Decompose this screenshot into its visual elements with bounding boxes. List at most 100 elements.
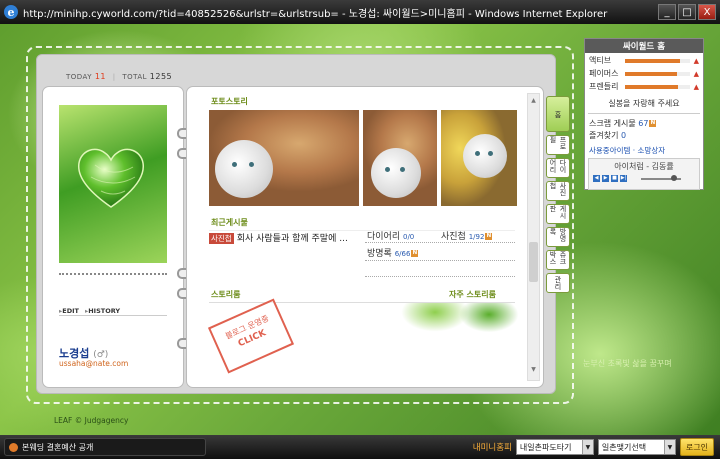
- photo-thumbnail-2[interactable]: [363, 110, 437, 206]
- surf-select[interactable]: 내일촌파도타기 ▼: [515, 439, 594, 455]
- edit-link[interactable]: ▸EDIT: [59, 307, 79, 315]
- famous-meter: 페이머스 ▲: [589, 68, 699, 79]
- cat-eye: [488, 151, 493, 156]
- white-cat-image: [371, 148, 421, 198]
- maximize-button[interactable]: □: [678, 4, 696, 20]
- meter-track: [625, 58, 690, 63]
- cat-eye: [232, 162, 237, 167]
- photo-thumbnail-3[interactable]: [441, 110, 517, 206]
- praise-text[interactable]: 실봉을 자랑해 주세요: [585, 98, 703, 109]
- today-count: 11: [94, 72, 106, 81]
- profile-divider: [59, 315, 167, 316]
- guestbook-label: 방명록: [367, 249, 392, 259]
- stats-divider: [365, 242, 515, 243]
- scrollbar-thumb[interactable]: [529, 242, 538, 282]
- tab-diary[interactable]: 다이어리: [546, 158, 570, 178]
- close-button[interactable]: X: [698, 4, 716, 20]
- play-icon[interactable]: ▶: [602, 175, 609, 182]
- ticker-icon: [9, 442, 18, 452]
- total-count: 1255: [149, 72, 173, 81]
- stop-icon[interactable]: ■: [611, 175, 618, 182]
- guestbook-stat[interactable]: 방명록 6/66 N: [367, 246, 419, 259]
- favorites[interactable]: 즐겨찾기 0: [589, 130, 703, 141]
- meter-fill: [625, 71, 677, 76]
- chevron-down-icon: ▼: [581, 440, 593, 454]
- meter-track: [625, 84, 690, 89]
- items-links[interactable]: 사용중아이템 · 소망상자: [589, 145, 703, 156]
- friendly-meter: 프렌들리 ▲: [589, 81, 699, 92]
- news-ticker[interactable]: 본웨딩 결혼예산 공개: [4, 438, 206, 456]
- counter-separator: |: [112, 73, 116, 81]
- tab-admin[interactable]: 관리: [546, 273, 570, 293]
- story-room-area: 블로그 운영중 CLICK: [207, 298, 519, 383]
- frequent-story-room-link[interactable]: 자주 스토리룸: [449, 289, 496, 300]
- login-button[interactable]: 로그인: [679, 438, 714, 456]
- title-bar: e http://minihp.cyworld.com/?tid=4085252…: [0, 0, 720, 24]
- bottom-actions: 내미니홈피 내일촌파도타기 ▼ 일촌맺기선택 ▼ 로그인: [473, 438, 714, 456]
- history-link-label: HISTORY: [88, 307, 121, 315]
- widget-divider: [588, 113, 700, 114]
- blog-click-stamp[interactable]: 블로그 운영중 CLICK: [207, 298, 295, 374]
- guestbook-count: 6/66: [394, 250, 411, 258]
- tab-guestbook[interactable]: 방명록: [546, 227, 570, 247]
- tab-album[interactable]: 사진첩: [546, 181, 570, 201]
- profile-image[interactable]: [59, 105, 167, 263]
- scrap-posts[interactable]: 스크랩 게시물 67 N: [589, 118, 703, 129]
- diary-count: 0/0: [403, 233, 415, 241]
- next-icon[interactable]: ▶|: [620, 175, 627, 182]
- volume-slider[interactable]: [641, 175, 681, 181]
- album-label: 사진첩: [441, 232, 466, 242]
- story-room-label: 스토리룸: [211, 290, 241, 299]
- visit-counter: TODAY 11 | TOTAL 1255: [66, 72, 172, 81]
- leaves-decoration: [399, 303, 519, 349]
- history-link[interactable]: ▸HISTORY: [85, 307, 120, 315]
- active-meter: 액티브 ▲: [589, 55, 699, 66]
- bgm-song-title[interactable]: 아이처럼 - 김동률: [589, 161, 699, 172]
- tab-home[interactable]: 홈: [546, 96, 570, 132]
- bgm-player: 아이처럼 - 김동률 ◀ ▶ ■ ▶|: [588, 158, 700, 190]
- my-minihome-link[interactable]: 내미니홈피: [473, 441, 512, 453]
- recent-post-title: 회사 사람들과 함께 주말에 ...: [236, 234, 348, 244]
- tab-board[interactable]: 게시판: [546, 204, 570, 224]
- window-title: http://minihp.cyworld.com/?tid=40852526&…: [23, 8, 608, 20]
- profile-dotted-divider: [59, 273, 167, 275]
- favorites-count: 0: [621, 131, 627, 140]
- tab-profile[interactable]: 프로필: [546, 135, 570, 155]
- profile-actions: ▸EDIT ▸HISTORY: [59, 307, 120, 315]
- minimize-button[interactable]: _: [658, 4, 676, 20]
- ilchon-select-value: 일촌맺기선택: [601, 442, 647, 452]
- owner-email[interactable]: ussaha@nate.com: [59, 359, 128, 368]
- cat-eye: [249, 162, 254, 167]
- album-stat[interactable]: 사진첩 1/92 N: [441, 229, 493, 242]
- ie-logo-icon: e: [4, 5, 18, 19]
- main-scrollbar[interactable]: ▲ ▼: [527, 93, 540, 381]
- scroll-down-arrow-icon[interactable]: ▼: [529, 366, 538, 376]
- new-badge-icon: N: [649, 120, 657, 127]
- new-badge-icon: N: [411, 250, 419, 257]
- main-content-panel: 포토스토리 ▲ ▼ 최근게시물 사진첩 회사 사람들과 함께 주말에 ... 다이…: [186, 86, 544, 388]
- photo-story-label: 포토스토리: [211, 97, 248, 106]
- hint-caption: 눈부신 초록빛 삶을 꿈꾸며: [583, 359, 672, 368]
- white-cat-image: [215, 140, 273, 198]
- diary-stat[interactable]: 다이어리 0/0: [367, 229, 414, 242]
- edit-link-label: EDIT: [62, 307, 79, 315]
- scroll-up-arrow-icon[interactable]: ▲: [529, 97, 538, 107]
- favorites-label: 즐겨찾기: [589, 131, 619, 140]
- meter-fill: [625, 84, 678, 89]
- surf-select-value: 내일촌파도타기: [519, 442, 572, 452]
- volume-knob[interactable]: [671, 175, 677, 181]
- previous-icon[interactable]: ◀: [593, 175, 600, 182]
- green-heart-icon: [77, 148, 145, 208]
- recent-post-link[interactable]: 사진첩 회사 사람들과 함께 주말에 ...: [209, 231, 348, 244]
- scrap-count: 67: [638, 119, 649, 128]
- chevron-down-icon: ▼: [663, 440, 675, 454]
- recent-posts-label: 최근게시물: [211, 218, 248, 227]
- total-label: TOTAL: [122, 73, 148, 81]
- photo-thumbnail-1[interactable]: [209, 110, 359, 206]
- tab-jukebox[interactable]: 쥬크박스: [546, 250, 570, 270]
- cat-eye: [400, 167, 405, 172]
- album-count: 1/92: [468, 233, 485, 241]
- cat-eye: [475, 151, 480, 156]
- ilchon-select[interactable]: 일촌맺기선택 ▼: [597, 439, 676, 455]
- widget-header[interactable]: 싸이월드 홈: [585, 39, 703, 53]
